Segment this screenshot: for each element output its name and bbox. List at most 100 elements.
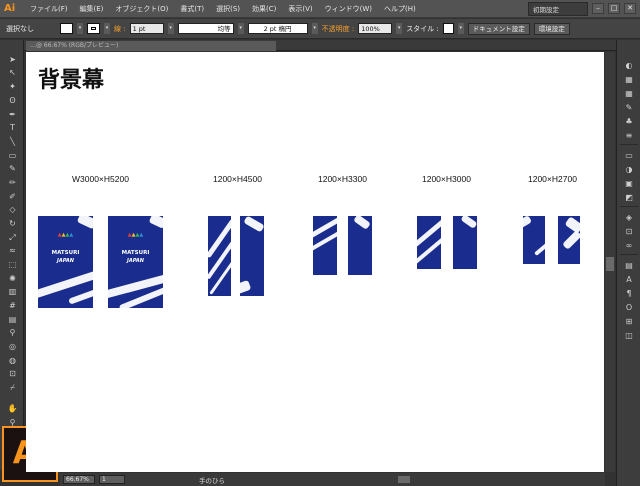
panel-divider: [620, 206, 638, 207]
menu-type[interactable]: 書式(T): [174, 4, 210, 14]
menu-edit[interactable]: 編集(E): [74, 4, 110, 14]
character-icon[interactable]: A: [623, 274, 635, 285]
brush-dropdown[interactable]: ▾: [311, 23, 318, 34]
artboard-nav-field[interactable]: 1: [99, 475, 125, 484]
brush-definition[interactable]: 2 pt 楕円: [247, 23, 308, 34]
vertical-scrollbar[interactable]: [605, 52, 615, 472]
symbols-icon[interactable]: ♣: [623, 116, 635, 127]
graphic-styles-icon[interactable]: ◩: [623, 192, 635, 203]
stroke-weight-label[interactable]: 線 :: [114, 24, 126, 34]
close-button[interactable]: ✕: [624, 3, 636, 14]
menu-window[interactable]: ウィンドウ(W): [319, 4, 378, 14]
lasso-icon[interactable]: ʘ: [6, 95, 19, 106]
rotate-icon[interactable]: ↻: [6, 218, 19, 229]
size-label-3: 1200×H3300: [318, 174, 367, 184]
banner-panel[interactable]: [417, 216, 441, 269]
links-icon[interactable]: ∞: [623, 240, 635, 251]
free-transform-icon[interactable]: ⬚: [6, 259, 19, 270]
warp-icon[interactable]: ≈: [6, 245, 19, 256]
artboard-icon[interactable]: ⊡: [6, 368, 19, 379]
color-icon[interactable]: ◐: [623, 60, 635, 71]
document-tab[interactable]: …@ 66.67% (RGB/プレビュー): [26, 41, 276, 51]
pen-icon[interactable]: ✒: [6, 109, 19, 120]
menu-help[interactable]: ヘルプ(H): [378, 4, 422, 14]
symbol-sprayer-icon[interactable]: ✺: [6, 273, 19, 284]
graph-icon[interactable]: ▥: [6, 286, 19, 297]
paintbrush-icon[interactable]: ✎: [6, 163, 19, 174]
maximize-button[interactable]: □: [608, 3, 620, 14]
banner-panel[interactable]: [313, 216, 337, 275]
variable-width-profile[interactable]: 均等: [177, 23, 234, 34]
transparency-icon[interactable]: ◑: [623, 164, 635, 175]
banner-panel[interactable]: [523, 216, 545, 264]
panel-logo-text: MATSURI: [51, 250, 80, 256]
banner-panel[interactable]: ▲▲▲▲ MATSURI JAPAN: [108, 216, 163, 308]
style-dropdown[interactable]: ▾: [457, 23, 464, 34]
fill-swatch[interactable]: [60, 23, 73, 34]
blob-brush-icon[interactable]: ✐: [6, 191, 19, 202]
vertical-scroll-thumb[interactable]: [606, 257, 614, 271]
opentype-icon[interactable]: O: [623, 302, 635, 313]
preferences-button[interactable]: 環境設定: [533, 22, 570, 35]
style-label: スタイル :: [406, 24, 439, 33]
document-setup-button[interactable]: ドキュメント設定: [467, 22, 530, 35]
layers-icon[interactable]: ◈: [623, 212, 635, 223]
type-icon[interactable]: T: [6, 122, 19, 133]
direct-select-icon[interactable]: ↖: [6, 67, 19, 78]
hand-icon[interactable]: ✋: [6, 403, 19, 414]
color-guide-icon[interactable]: ▦: [623, 74, 635, 85]
zoom-field[interactable]: 66.67%: [63, 475, 95, 484]
slice-icon[interactable]: ⌿: [6, 382, 19, 393]
gradient-panel-icon[interactable]: ▭: [623, 150, 635, 161]
stroke-swatch[interactable]: [87, 23, 100, 34]
stroke-dropdown[interactable]: ▾: [104, 23, 110, 34]
swatches-icon[interactable]: ▦: [623, 88, 635, 99]
eyedropper-icon[interactable]: ⚲: [6, 327, 19, 338]
stroke-weight-field[interactable]: 1 pt: [129, 23, 164, 34]
mesh-icon[interactable]: #: [6, 300, 19, 311]
stroke-weight-dropdown[interactable]: ▾: [167, 23, 174, 34]
stroke-icon[interactable]: ≡: [623, 130, 635, 141]
transform-icon[interactable]: ⊞: [623, 316, 635, 327]
banner-panel[interactable]: [558, 216, 580, 264]
banner-panel[interactable]: [240, 216, 264, 296]
menu-view[interactable]: 表示(V): [282, 4, 318, 14]
profile-dropdown[interactable]: ▾: [237, 23, 244, 34]
horizontal-scroll-thumb[interactable]: [398, 476, 410, 483]
opacity-dropdown[interactable]: ▾: [396, 23, 403, 34]
scale-icon[interactable]: ⤢: [6, 232, 19, 243]
artboard-canvas[interactable]: 背景幕 W3000×H5200 1200×H4500 1200×H3300 12…: [26, 52, 604, 472]
opacity-label[interactable]: 不透明度 :: [322, 24, 355, 34]
fill-dropdown[interactable]: ▾: [77, 23, 83, 34]
magic-wand-icon[interactable]: ✦: [6, 81, 19, 92]
appearance-icon[interactable]: ▣: [623, 178, 635, 189]
selection-arrow-icon[interactable]: ➤: [6, 54, 19, 65]
paragraph-icon[interactable]: ¶: [623, 288, 635, 299]
eraser-icon[interactable]: ◇: [6, 204, 19, 215]
pathfinder-icon[interactable]: ◫: [623, 330, 635, 341]
artboards-icon[interactable]: ⊡: [623, 226, 635, 237]
menu-object[interactable]: オブジェクト(O): [109, 4, 174, 14]
menu-select[interactable]: 選択(S): [210, 4, 246, 14]
blend-icon[interactable]: ◎: [6, 341, 19, 352]
align-icon[interactable]: ▤: [623, 260, 635, 271]
menu-file[interactable]: ファイル(F): [24, 4, 74, 14]
brushes-icon[interactable]: ✎: [623, 102, 635, 113]
document-tab-bar: …@ 66.67% (RGB/プレビュー): [24, 40, 616, 51]
banner-panel[interactable]: [208, 216, 231, 296]
line-icon[interactable]: ╲: [6, 136, 19, 147]
pencil-icon[interactable]: ✏: [6, 177, 19, 188]
menu-effect[interactable]: 効果(C): [246, 4, 282, 14]
page-title: 背景幕: [38, 67, 105, 93]
festival-logo-icon: ▲▲▲▲: [57, 232, 74, 238]
minimize-button[interactable]: –: [592, 3, 604, 14]
banner-panel[interactable]: [348, 216, 372, 275]
banner-panel[interactable]: ▲▲▲▲ MATSURI JAPAN: [38, 216, 93, 308]
gradient-icon[interactable]: ▤: [6, 314, 19, 325]
style-swatch[interactable]: [442, 23, 454, 34]
rectangle-icon[interactable]: ▭: [6, 150, 19, 161]
live-paint-icon[interactable]: ◍: [6, 355, 19, 366]
banner-panel[interactable]: [453, 216, 477, 269]
opacity-field[interactable]: 100%: [358, 23, 393, 34]
workspace-switcher[interactable]: 初期設定: [528, 1, 588, 16]
